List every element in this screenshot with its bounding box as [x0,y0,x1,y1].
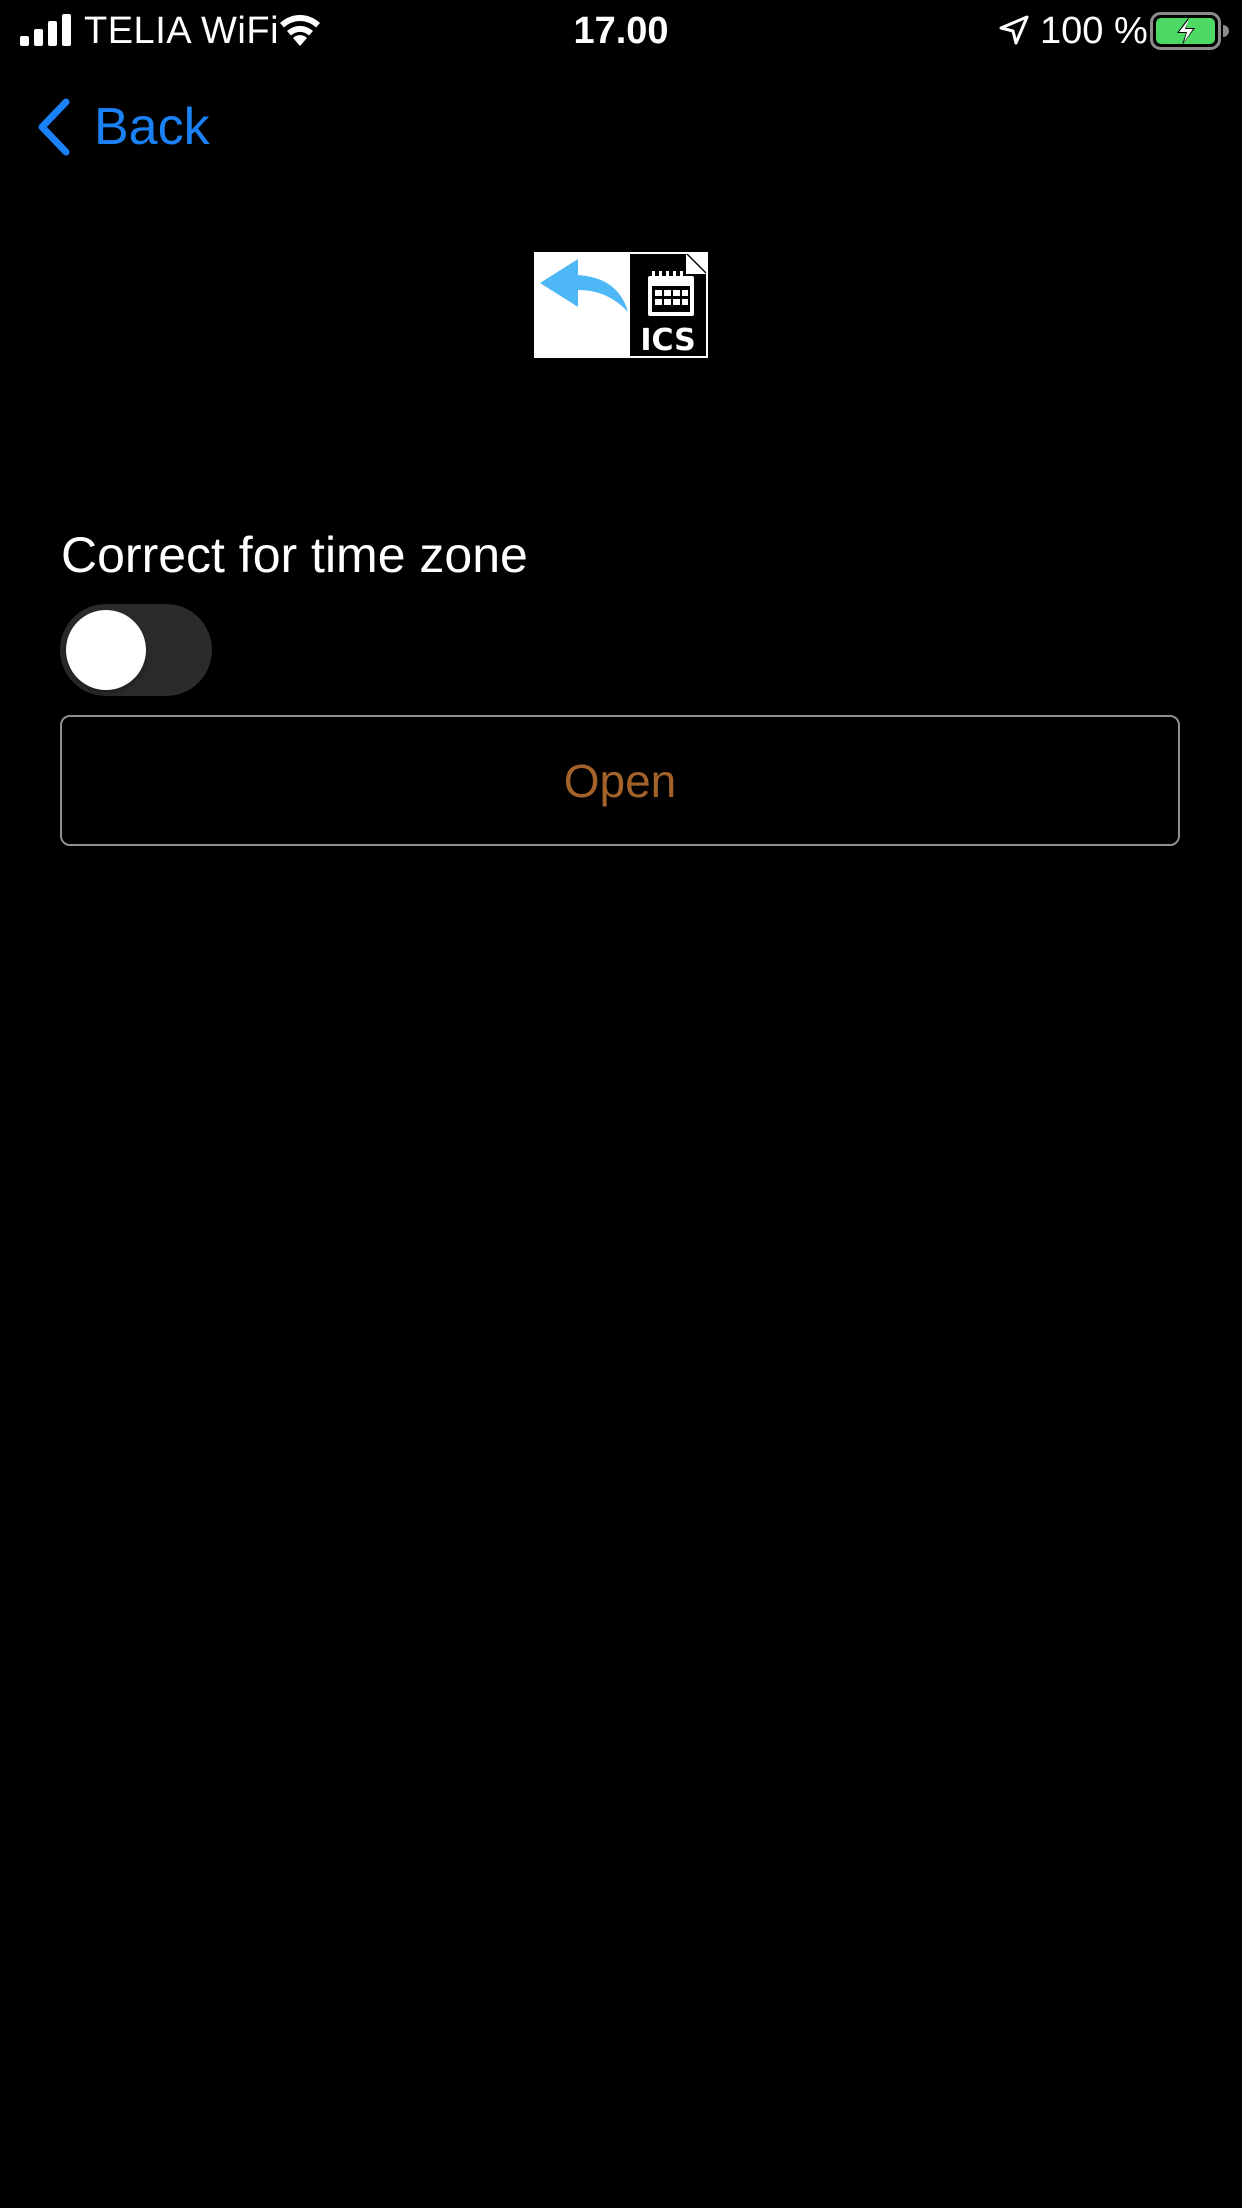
ics-import-icon: ICS [534,252,708,358]
chevron-left-icon [38,98,70,156]
open-button[interactable]: Open [60,715,1180,846]
open-label: Open [563,754,677,807]
battery-percent: 100 % [1040,10,1148,52]
ics-label: ICS [640,323,695,358]
battery-icon [1150,12,1229,50]
location-arrow-icon [999,15,1029,45]
time-zone-label: Correct for time zone [61,527,528,583]
back-button[interactable]: Back [36,92,210,162]
time-zone-toggle[interactable] [60,604,212,696]
toggle-knob [66,610,146,690]
back-label: Back [94,98,210,156]
status-bar: TELIA WiFi 17.00 100 % [0,0,1242,62]
